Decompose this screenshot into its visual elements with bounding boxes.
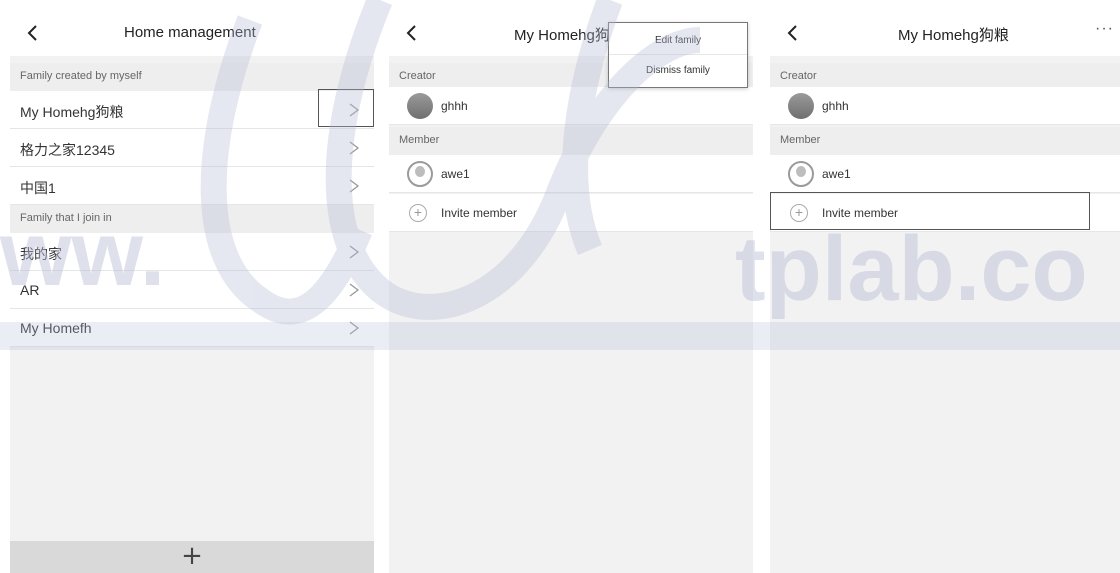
family-row-wodejia[interactable]: 我的家 <box>10 233 374 271</box>
family-name: My Homehg狗粮 <box>20 104 124 120</box>
dismiss-family-menu-item[interactable]: Dismiss family <box>609 57 747 85</box>
page-title: My Homehg狗粮 <box>898 27 1009 44</box>
nav-bar: My Homehg狗粮 ··· <box>770 8 1120 56</box>
tap-highlight-invite <box>770 192 1090 230</box>
section-member: Member <box>770 127 1120 155</box>
page-title: Home management <box>124 24 256 41</box>
family-name: My Homefh <box>20 320 92 336</box>
member-name: awe1 <box>441 167 470 181</box>
invite-member-label: Invite member <box>441 206 518 220</box>
avatar <box>788 93 814 119</box>
chevron-right-icon <box>348 141 360 155</box>
chevron-right-icon <box>348 179 360 193</box>
chevron-right-icon <box>348 321 360 335</box>
add-family-button[interactable]: + <box>10 541 374 573</box>
family-row-my-homefh[interactable]: My Homefh <box>10 309 374 347</box>
chevron-right-icon <box>348 245 360 259</box>
back-button[interactable] <box>782 22 804 44</box>
family-detail-screen-popup: My Homehg狗粮 Creator ghhh Member awe1 + I… <box>389 8 753 573</box>
family-name: 中国1 <box>20 180 56 196</box>
family-name: 我的家 <box>20 246 62 262</box>
family-row-zhongguo1[interactable]: 中国1 <box>10 167 374 205</box>
chevron-right-icon <box>348 283 360 297</box>
family-detail-screen: My Homehg狗粮 ··· Creator ghhh Member awe1… <box>770 8 1120 573</box>
back-button[interactable] <box>22 22 44 44</box>
family-row-geli[interactable]: 格力之家12345 <box>10 129 374 167</box>
avatar <box>407 93 433 119</box>
family-name: AR <box>20 282 40 298</box>
family-name: 格力之家12345 <box>20 142 115 158</box>
avatar <box>788 161 814 187</box>
section-member: Member <box>389 127 753 155</box>
back-arrow-icon <box>27 25 37 41</box>
tap-highlight-chevron <box>318 89 374 127</box>
creator-name: ghhh <box>441 99 468 113</box>
family-options-menu: Edit family Dismiss family <box>608 22 748 88</box>
section-created-by-myself: Family created by myself <box>10 63 374 91</box>
back-button[interactable] <box>401 22 423 44</box>
avatar <box>407 161 433 187</box>
back-arrow-icon <box>406 25 416 41</box>
back-arrow-icon <box>787 25 797 41</box>
plus-circle-icon: + <box>409 204 427 222</box>
creator-name: ghhh <box>822 99 849 113</box>
nav-bar: Home management <box>10 8 374 56</box>
creator-row[interactable]: ghhh <box>770 87 1120 125</box>
member-row[interactable]: awe1 <box>389 155 753 193</box>
member-row[interactable]: awe1 <box>770 155 1120 193</box>
plus-icon: + <box>181 541 203 571</box>
member-name: awe1 <box>822 167 851 181</box>
invite-member-row[interactable]: + Invite member <box>389 194 753 232</box>
section-joined: Family that I join in <box>10 205 374 233</box>
creator-row[interactable]: ghhh <box>389 87 753 125</box>
edit-family-menu-item[interactable]: Edit family <box>609 27 747 55</box>
home-management-screen: Home management Family created by myself… <box>10 8 374 573</box>
family-row-ar[interactable]: AR <box>10 271 374 309</box>
more-options-icon[interactable]: ··· <box>1095 20 1114 38</box>
